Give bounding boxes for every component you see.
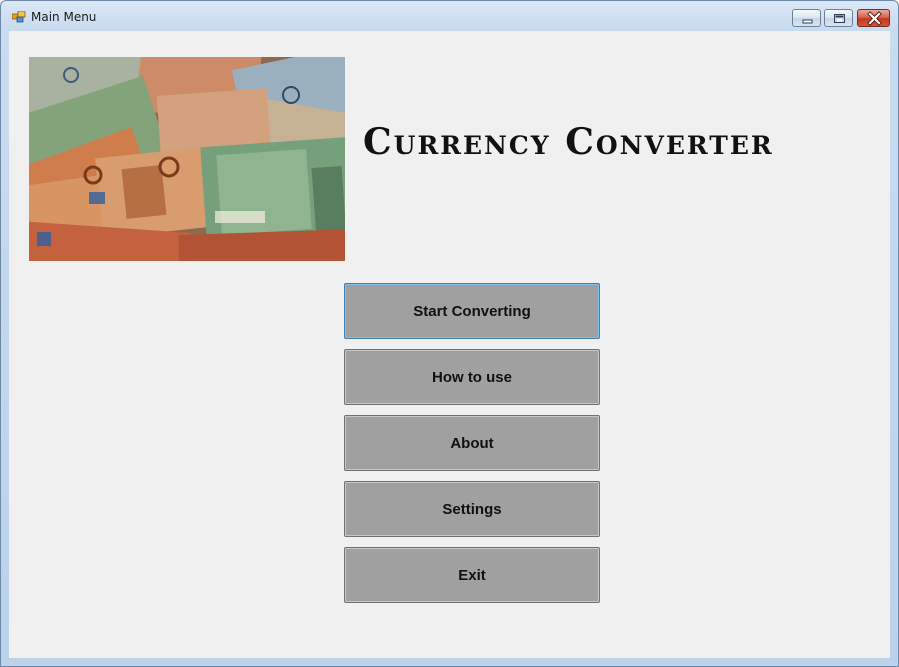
- maximize-icon: [834, 14, 845, 23]
- app-icon: [12, 11, 26, 23]
- about-button[interactable]: About: [344, 415, 600, 471]
- settings-button[interactable]: Settings: [344, 481, 600, 537]
- close-icon: [867, 11, 882, 26]
- exit-button[interactable]: Exit: [344, 547, 600, 603]
- window-title: Main Menu: [31, 10, 97, 24]
- euro-banknotes-image: [29, 57, 345, 261]
- app-title: Currency Converter: [363, 121, 774, 163]
- main-menu-window: Main Menu Currency Converter Start Conve…: [0, 0, 899, 667]
- minimize-button[interactable]: [792, 9, 821, 27]
- client-area: Currency Converter Start Converting How …: [9, 31, 890, 658]
- how-to-use-button[interactable]: How to use: [344, 349, 600, 405]
- maximize-button[interactable]: [824, 9, 853, 27]
- close-button[interactable]: [857, 9, 890, 27]
- start-converting-button[interactable]: Start Converting: [344, 283, 600, 339]
- title-bar[interactable]: Main Menu: [1, 1, 898, 31]
- minimize-icon: [802, 19, 813, 24]
